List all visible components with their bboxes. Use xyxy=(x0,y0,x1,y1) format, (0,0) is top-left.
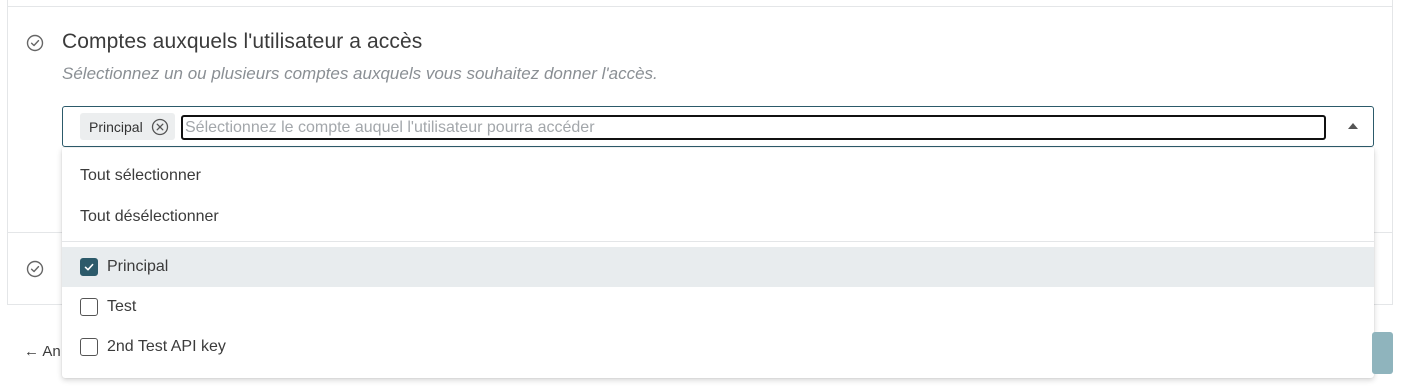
checkbox-checked[interactable] xyxy=(80,258,98,276)
section-subtitle: Sélectionnez un ou plusieurs comptes aux… xyxy=(62,64,658,83)
check-circle-icon xyxy=(26,34,44,52)
chip-label: Principal xyxy=(89,118,143,135)
caret-up-icon[interactable] xyxy=(1348,123,1358,129)
option-label: Test xyxy=(107,298,137,315)
select-all-option[interactable]: Tout sélectionner xyxy=(80,167,201,185)
account-search-input[interactable] xyxy=(181,115,1326,140)
deselect-all-option[interactable]: Tout désélectionner xyxy=(80,208,219,226)
option-label: 2nd Test API key xyxy=(107,338,226,355)
close-circle-icon[interactable] xyxy=(151,118,169,136)
account-multiselect[interactable]: Principal xyxy=(62,106,1374,147)
dropdown-separator xyxy=(62,241,1374,242)
account-dropdown: Tout sélectionner Tout désélectionner Pr… xyxy=(62,148,1374,378)
selected-chip-principal: Principal xyxy=(80,113,175,140)
checkbox-unchecked[interactable] xyxy=(80,298,98,316)
check-circle-icon xyxy=(26,260,44,278)
section-title: Comptes auxquels l'utilisateur a accès xyxy=(62,30,423,53)
submit-button[interactable] xyxy=(1372,332,1393,374)
checkmark-icon xyxy=(84,263,94,271)
option-principal[interactable]: Principal xyxy=(62,247,1374,287)
option-test[interactable]: Test xyxy=(62,287,1374,327)
option-label: Principal xyxy=(107,258,169,275)
card-top-divider xyxy=(7,6,1393,7)
back-link[interactable]: ← An xyxy=(24,343,61,360)
option-2nd-test-api-key[interactable]: 2nd Test API key xyxy=(62,327,1374,367)
checkbox-unchecked[interactable] xyxy=(80,338,98,356)
